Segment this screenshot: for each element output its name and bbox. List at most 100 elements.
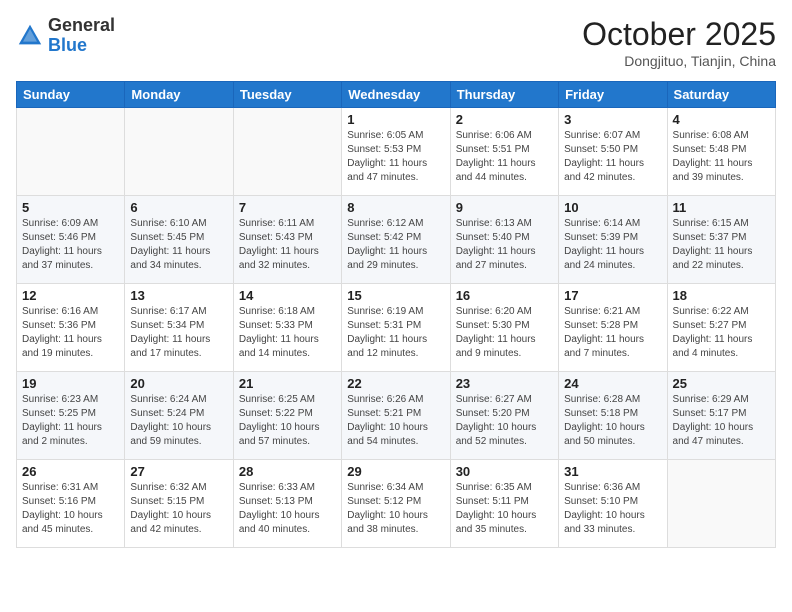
logo-text: General Blue (48, 16, 115, 56)
calendar-week-row: 5Sunrise: 6:09 AM Sunset: 5:46 PM Daylig… (17, 196, 776, 284)
calendar-cell: 29 Sunrise: 6:34 AM Sunset: 5:12 PM Dayli… (342, 460, 450, 548)
day-number: 25 (673, 376, 770, 391)
day-number: 10 (564, 200, 661, 215)
day-info: Sunrise: 6:27 AM Sunset: 5:20 PM Dayligh… (456, 393, 553, 449)
day-number: 9 (456, 200, 553, 215)
day-info: Sunrise: 6:16 AM Sunset: 5:36 PM Dayligh… (22, 305, 119, 361)
day-info: Sunrise: 6:17 AM Sunset: 5:34 PM Dayligh… (130, 305, 227, 361)
day-number: 18 (673, 288, 770, 303)
day-number: 15 (347, 288, 444, 303)
weekday-header-monday: Monday (125, 82, 233, 108)
weekday-header-thursday: Thursday (450, 82, 558, 108)
day-info: Sunrise: 6:32 AM Sunset: 5:15 PM Dayligh… (130, 481, 227, 537)
calendar-week-row: 19Sunrise: 6:23 AM Sunset: 5:25 PM Dayli… (17, 372, 776, 460)
calendar-cell (233, 108, 341, 196)
day-info: Sunrise: 6:20 AM Sunset: 5:30 PM Dayligh… (456, 305, 553, 361)
calendar-cell: 20 Sunrise: 6:24 AM Sunset: 5:24 PM Dayli… (125, 372, 233, 460)
location: Dongjituo, Tianjin, China (582, 53, 776, 69)
calendar-cell: 16 Sunrise: 6:20 AM Sunset: 5:30 PM Dayli… (450, 284, 558, 372)
day-info: Sunrise: 6:35 AM Sunset: 5:11 PM Dayligh… (456, 481, 553, 537)
day-info: Sunrise: 6:14 AM Sunset: 5:39 PM Dayligh… (564, 217, 661, 273)
day-number: 30 (456, 464, 553, 479)
calendar-cell: 5Sunrise: 6:09 AM Sunset: 5:46 PM Daylig… (17, 196, 125, 284)
weekday-header-wednesday: Wednesday (342, 82, 450, 108)
calendar-cell: 2Sunrise: 6:06 AM Sunset: 5:51 PM Daylig… (450, 108, 558, 196)
day-info: Sunrise: 6:07 AM Sunset: 5:50 PM Dayligh… (564, 129, 661, 185)
calendar-cell: 12Sunrise: 6:16 AM Sunset: 5:36 PM Dayli… (17, 284, 125, 372)
weekday-header-friday: Friday (559, 82, 667, 108)
calendar-cell: 9 Sunrise: 6:13 AM Sunset: 5:40 PM Daylig… (450, 196, 558, 284)
day-number: 27 (130, 464, 227, 479)
day-number: 4 (673, 112, 770, 127)
calendar-cell: 30 Sunrise: 6:35 AM Sunset: 5:11 PM Dayli… (450, 460, 558, 548)
weekday-header-tuesday: Tuesday (233, 82, 341, 108)
day-info: Sunrise: 6:19 AM Sunset: 5:31 PM Dayligh… (347, 305, 444, 361)
calendar-cell: 10 Sunrise: 6:14 AM Sunset: 5:39 PM Dayli… (559, 196, 667, 284)
calendar-cell: 25 Sunrise: 6:29 AM Sunset: 5:17 PM Dayli… (667, 372, 775, 460)
day-info: Sunrise: 6:05 AM Sunset: 5:53 PM Dayligh… (347, 129, 444, 185)
day-number: 28 (239, 464, 336, 479)
day-info: Sunrise: 6:12 AM Sunset: 5:42 PM Dayligh… (347, 217, 444, 273)
calendar-cell: 8 Sunrise: 6:12 AM Sunset: 5:42 PM Daylig… (342, 196, 450, 284)
month-title: October 2025 (582, 16, 776, 53)
calendar-cell: 23 Sunrise: 6:27 AM Sunset: 5:20 PM Dayli… (450, 372, 558, 460)
logo-blue: Blue (48, 35, 87, 55)
calendar-cell: 6Sunrise: 6:10 AM Sunset: 5:45 PM Daylig… (125, 196, 233, 284)
calendar-table: SundayMondayTuesdayWednesdayThursdayFrid… (16, 81, 776, 548)
weekday-header-row: SundayMondayTuesdayWednesdayThursdayFrid… (17, 82, 776, 108)
calendar-cell: 4 Sunrise: 6:08 AM Sunset: 5:48 PM Daylig… (667, 108, 775, 196)
day-info: Sunrise: 6:11 AM Sunset: 5:43 PM Dayligh… (239, 217, 336, 273)
day-info: Sunrise: 6:24 AM Sunset: 5:24 PM Dayligh… (130, 393, 227, 449)
day-number: 21 (239, 376, 336, 391)
day-info: Sunrise: 6:15 AM Sunset: 5:37 PM Dayligh… (673, 217, 770, 273)
calendar-cell: 11 Sunrise: 6:15 AM Sunset: 5:37 PM Dayli… (667, 196, 775, 284)
day-number: 24 (564, 376, 661, 391)
day-info: Sunrise: 6:33 AM Sunset: 5:13 PM Dayligh… (239, 481, 336, 537)
day-info: Sunrise: 6:29 AM Sunset: 5:17 PM Dayligh… (673, 393, 770, 449)
day-number: 19 (22, 376, 119, 391)
day-number: 6 (130, 200, 227, 215)
calendar-week-row: 1 Sunrise: 6:05 AM Sunset: 5:53 PM Daylig… (17, 108, 776, 196)
day-number: 26 (22, 464, 119, 479)
calendar-cell (667, 460, 775, 548)
day-info: Sunrise: 6:13 AM Sunset: 5:40 PM Dayligh… (456, 217, 553, 273)
calendar-cell: 7Sunrise: 6:11 AM Sunset: 5:43 PM Daylig… (233, 196, 341, 284)
day-number: 13 (130, 288, 227, 303)
calendar-week-row: 26 Sunrise: 6:31 AM Sunset: 5:16 PM Dayli… (17, 460, 776, 548)
day-info: Sunrise: 6:22 AM Sunset: 5:27 PM Dayligh… (673, 305, 770, 361)
day-number: 16 (456, 288, 553, 303)
weekday-header-sunday: Sunday (17, 82, 125, 108)
calendar-cell: 1 Sunrise: 6:05 AM Sunset: 5:53 PM Daylig… (342, 108, 450, 196)
calendar-week-row: 12Sunrise: 6:16 AM Sunset: 5:36 PM Dayli… (17, 284, 776, 372)
logo-general: General (48, 15, 115, 35)
day-info: Sunrise: 6:34 AM Sunset: 5:12 PM Dayligh… (347, 481, 444, 537)
day-number: 11 (673, 200, 770, 215)
calendar-cell: 3Sunrise: 6:07 AM Sunset: 5:50 PM Daylig… (559, 108, 667, 196)
day-info: Sunrise: 6:25 AM Sunset: 5:22 PM Dayligh… (239, 393, 336, 449)
calendar-cell: 14Sunrise: 6:18 AM Sunset: 5:33 PM Dayli… (233, 284, 341, 372)
calendar-cell: 13 Sunrise: 6:17 AM Sunset: 5:34 PM Dayli… (125, 284, 233, 372)
day-number: 17 (564, 288, 661, 303)
logo-icon (16, 22, 44, 50)
day-info: Sunrise: 6:08 AM Sunset: 5:48 PM Dayligh… (673, 129, 770, 185)
calendar-cell: 21 Sunrise: 6:25 AM Sunset: 5:22 PM Dayli… (233, 372, 341, 460)
calendar-cell: 22Sunrise: 6:26 AM Sunset: 5:21 PM Dayli… (342, 372, 450, 460)
calendar-cell: 24Sunrise: 6:28 AM Sunset: 5:18 PM Dayli… (559, 372, 667, 460)
day-number: 1 (347, 112, 444, 127)
day-info: Sunrise: 6:36 AM Sunset: 5:10 PM Dayligh… (564, 481, 661, 537)
calendar-cell (17, 108, 125, 196)
day-number: 20 (130, 376, 227, 391)
day-info: Sunrise: 6:21 AM Sunset: 5:28 PM Dayligh… (564, 305, 661, 361)
day-info: Sunrise: 6:18 AM Sunset: 5:33 PM Dayligh… (239, 305, 336, 361)
page-header: General Blue October 2025 Dongjituo, Tia… (16, 16, 776, 69)
day-number: 23 (456, 376, 553, 391)
logo: General Blue (16, 16, 115, 56)
calendar-cell: 31Sunrise: 6:36 AM Sunset: 5:10 PM Dayli… (559, 460, 667, 548)
weekday-header-saturday: Saturday (667, 82, 775, 108)
day-info: Sunrise: 6:31 AM Sunset: 5:16 PM Dayligh… (22, 481, 119, 537)
day-number: 8 (347, 200, 444, 215)
calendar-cell: 28 Sunrise: 6:33 AM Sunset: 5:13 PM Dayli… (233, 460, 341, 548)
title-block: October 2025 Dongjituo, Tianjin, China (582, 16, 776, 69)
calendar-cell: 17 Sunrise: 6:21 AM Sunset: 5:28 PM Dayli… (559, 284, 667, 372)
day-number: 29 (347, 464, 444, 479)
